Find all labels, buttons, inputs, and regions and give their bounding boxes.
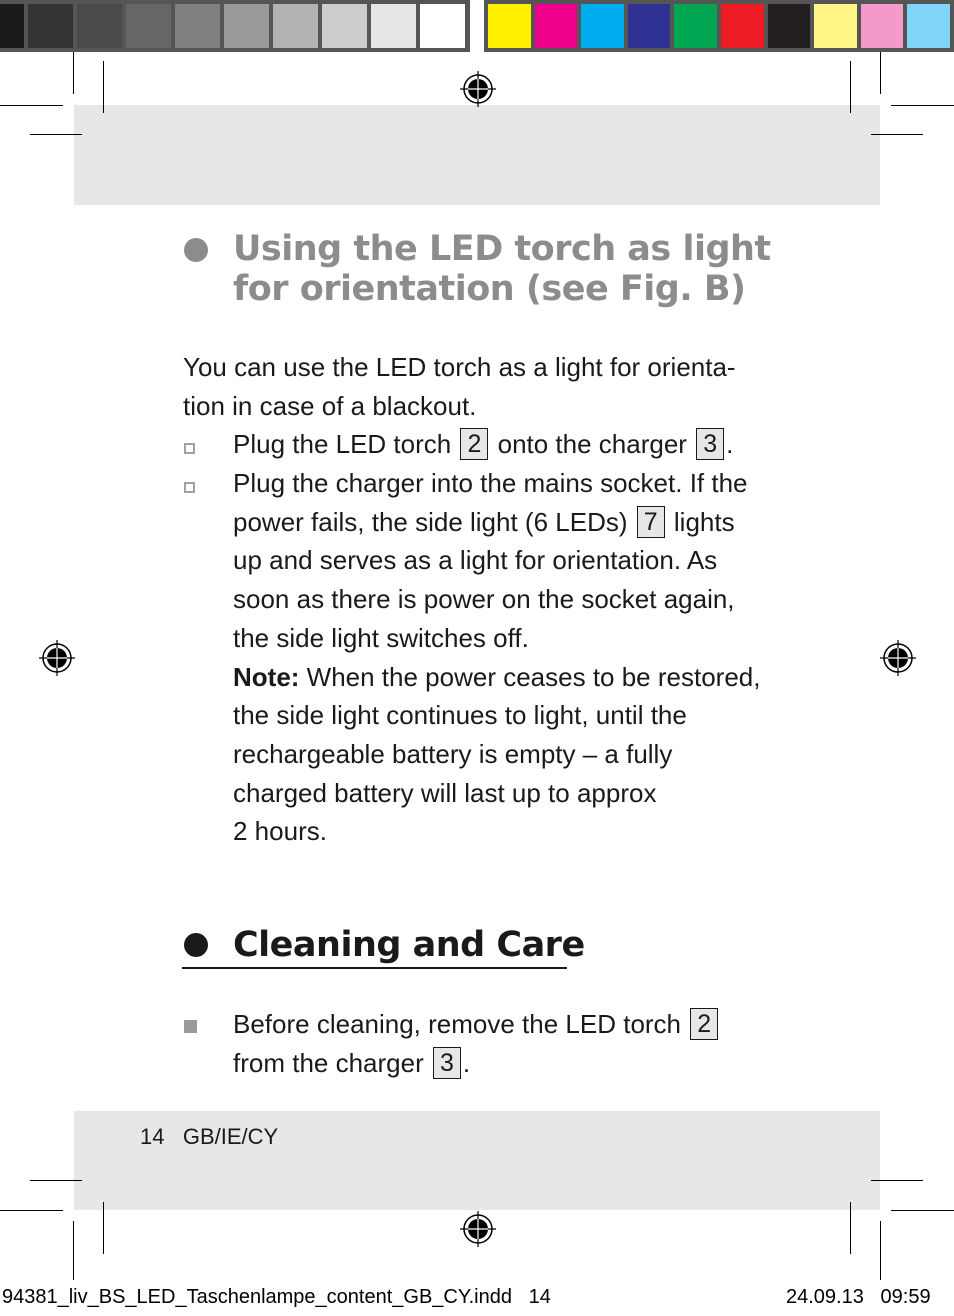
registration-mark-icon bbox=[39, 640, 75, 676]
section-heading-orientation-light: Using the LED torch as light for orienta… bbox=[233, 229, 771, 309]
registration-mark-icon bbox=[460, 71, 496, 107]
page-number: 14 bbox=[140, 1124, 165, 1149]
checkbox-bullet-icon bbox=[184, 482, 195, 493]
grayscale-swatch bbox=[273, 4, 318, 48]
step-text: power fails, the side light (6 LEDs) bbox=[233, 506, 628, 537]
heading-line: for orientation (see Fig. B) bbox=[233, 269, 746, 309]
note-label: Note: bbox=[233, 661, 300, 692]
page-footer: 14 GB/IE/CY bbox=[140, 1124, 278, 1150]
slug-timestamp: 24.09.13 09:59 bbox=[786, 1286, 931, 1309]
step-text: lights bbox=[673, 506, 735, 537]
process-color-swatch bbox=[627, 4, 671, 48]
note-line: Note: When the power ceases to be restor… bbox=[233, 658, 760, 697]
note-text: the side light continues to light, until… bbox=[233, 700, 687, 731]
cleaning-step-1: Before cleaning, remove the LED torch 2 … bbox=[233, 1005, 720, 1082]
crop-mark bbox=[103, 1202, 104, 1254]
note-text: charged battery will last up to approx bbox=[233, 777, 657, 808]
slug-file-info: 94381_liv_BS_LED_Taschenlampe_content_GB… bbox=[2, 1286, 551, 1309]
crop-mark bbox=[0, 105, 63, 106]
note-text: 2 hours. bbox=[233, 816, 327, 847]
step-text: Plug the LED torch bbox=[233, 429, 452, 459]
crop-mark bbox=[850, 1202, 851, 1254]
crop-mark bbox=[880, 1221, 881, 1280]
heading-bullet-icon bbox=[184, 933, 208, 957]
process-color-swatch bbox=[534, 4, 578, 48]
grayscale-swatch bbox=[322, 4, 367, 48]
crop-mark bbox=[103, 61, 104, 113]
heading-bullet-icon bbox=[184, 238, 208, 262]
text-line: up and serves as a light for orientation… bbox=[233, 545, 718, 576]
region-code: GB/IE/CY bbox=[182, 1124, 279, 1149]
step-text: . bbox=[462, 1047, 471, 1078]
text-line: You can use the LED torch as a light for… bbox=[183, 352, 736, 382]
process-color-swatch bbox=[767, 4, 811, 48]
part-reference: 7 bbox=[636, 505, 665, 538]
part-reference: 2 bbox=[690, 1008, 719, 1040]
heading-underline bbox=[182, 967, 567, 969]
grayscale-swatch bbox=[420, 4, 465, 48]
text-line: Plug the charger into the mains socket. … bbox=[233, 468, 748, 498]
slug-page: 14 bbox=[528, 1286, 551, 1308]
square-bullet-icon bbox=[184, 1020, 197, 1033]
part-reference: 3 bbox=[696, 428, 725, 460]
crop-mark bbox=[30, 134, 82, 135]
grayscale-swatch bbox=[28, 4, 73, 48]
section-heading-cleaning: Cleaning and Care bbox=[233, 925, 585, 965]
crop-mark bbox=[891, 105, 954, 106]
heading-line: Using the LED torch as light bbox=[233, 229, 771, 269]
checkbox-bullet-icon bbox=[184, 443, 195, 454]
crop-mark bbox=[891, 1210, 954, 1211]
grayscale-color-bar bbox=[0, 0, 470, 52]
note-text: When the power ceases to be restored, bbox=[299, 661, 761, 692]
crop-mark bbox=[30, 1180, 82, 1181]
text-line: tion in case of a blackout. bbox=[183, 390, 477, 421]
process-color-swatch bbox=[860, 4, 904, 48]
crop-mark bbox=[73, 52, 74, 94]
process-color-swatch bbox=[907, 4, 950, 48]
grayscale-swatch bbox=[0, 4, 24, 48]
slug-date: 24.09.13 bbox=[786, 1286, 864, 1308]
intro-paragraph: You can use the LED torch as a light for… bbox=[183, 348, 736, 425]
crop-mark bbox=[0, 1210, 63, 1211]
crop-mark bbox=[871, 1180, 923, 1181]
grayscale-swatch bbox=[77, 4, 122, 48]
grayscale-swatch bbox=[175, 4, 220, 48]
slug-filename: 94381_liv_BS_LED_Taschenlampe_content_GB… bbox=[2, 1286, 512, 1308]
process-color-bar bbox=[484, 0, 954, 52]
text-line: soon as there is power on the socket aga… bbox=[233, 584, 735, 615]
crop-mark bbox=[880, 52, 881, 94]
process-color-swatch bbox=[488, 4, 531, 48]
registration-mark-icon bbox=[460, 1211, 496, 1247]
step-text: Before cleaning, remove the LED torch bbox=[233, 1009, 682, 1039]
step-text: . bbox=[726, 429, 734, 459]
process-color-swatch bbox=[674, 4, 717, 48]
registration-mark-icon bbox=[880, 640, 916, 676]
step-1: Plug the LED torch 2 onto the charger 3. bbox=[233, 425, 733, 464]
grayscale-swatch bbox=[126, 4, 171, 48]
step-text: from the charger bbox=[233, 1047, 424, 1078]
grayscale-swatch bbox=[371, 4, 416, 48]
step-text: onto the charger bbox=[497, 429, 687, 459]
crop-mark bbox=[850, 61, 851, 113]
process-color-swatch bbox=[581, 4, 624, 48]
text-line: the side light switches off. bbox=[233, 622, 529, 653]
part-reference: 2 bbox=[460, 428, 489, 460]
process-color-swatch bbox=[720, 4, 764, 48]
part-reference: 3 bbox=[432, 1046, 461, 1079]
slug-time: 09:59 bbox=[880, 1286, 931, 1308]
step-2: Plug the charger into the mains socket. … bbox=[233, 464, 760, 851]
grayscale-swatch bbox=[224, 4, 269, 48]
note-text: rechargeable battery is empty – a fully bbox=[233, 738, 673, 769]
crop-mark bbox=[73, 1221, 74, 1280]
header-band bbox=[74, 105, 880, 205]
process-color-swatch bbox=[814, 4, 857, 48]
crop-mark bbox=[871, 134, 923, 135]
